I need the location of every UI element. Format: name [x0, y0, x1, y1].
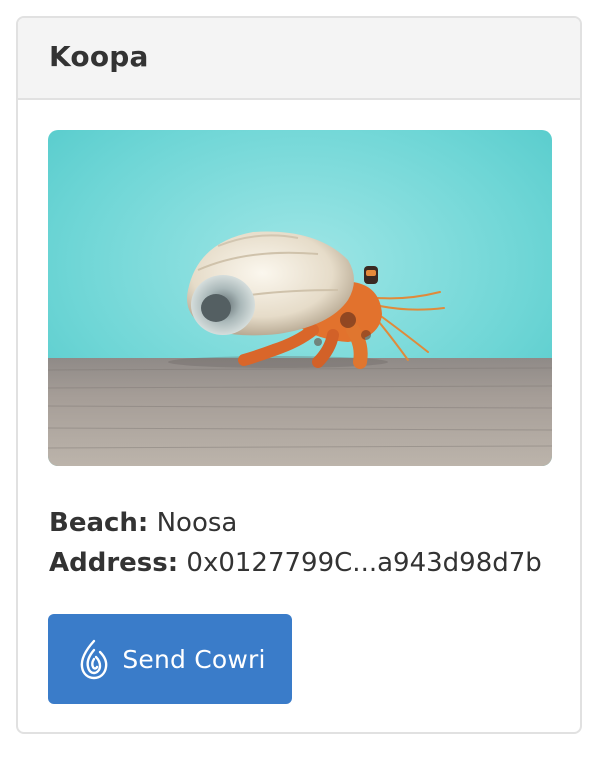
card-header: Koopa: [18, 18, 580, 100]
beach-value: Noosa: [156, 508, 238, 538]
cowri-logo-icon: [74, 637, 114, 681]
address-value: 0x0127799C...a943d98d7b: [186, 548, 542, 578]
hermit-crab-photo: [48, 130, 552, 466]
card-title: Koopa: [49, 40, 149, 73]
crab-card: Koopa Beach: Noosa Address: 0x0127799C..…: [16, 16, 582, 734]
address-info: Address: 0x0127799C...a943d98d7b: [49, 548, 569, 578]
beach-label: Beach:: [49, 508, 149, 538]
beach-info: Beach: Noosa: [49, 508, 569, 538]
send-cowri-button[interactable]: Send Cowri: [48, 614, 292, 704]
send-cowri-label: Send Cowri: [122, 644, 266, 674]
address-label: Address:: [49, 548, 179, 578]
